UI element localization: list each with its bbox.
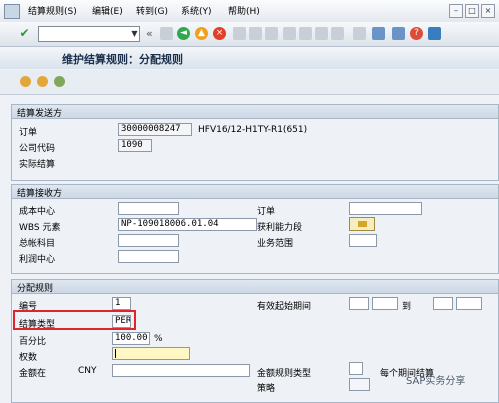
cost-center-label: 成本中心 — [19, 207, 56, 217]
amount-field[interactable] — [112, 364, 250, 377]
distribution-header: 分配规则 — [17, 284, 54, 294]
find-icon[interactable] — [249, 27, 262, 40]
save-icon[interactable] — [160, 27, 173, 40]
strategy-label: 策略 — [257, 384, 276, 394]
cost-center-field[interactable] — [118, 202, 179, 215]
receiver-header: 结算接收方 — [17, 189, 63, 199]
to-label: 到 — [402, 302, 412, 312]
amount-rule-type-field[interactable] — [349, 362, 363, 375]
first-page-icon[interactable] — [283, 27, 296, 40]
amount-label: 金额在 — [19, 369, 47, 379]
order-field[interactable]: 30000008247 — [118, 123, 192, 136]
percentage-label: 百分比 — [19, 337, 47, 347]
wbs-field[interactable]: NP-109018006.01.04 — [118, 218, 257, 231]
maximize-button[interactable]: □ — [465, 4, 479, 18]
percent-unit: % — [154, 334, 163, 344]
business-area-field[interactable] — [349, 234, 377, 247]
last-page-icon[interactable] — [331, 27, 344, 40]
enter-check-icon[interactable]: ✔ — [18, 27, 31, 40]
equivalence-number-field[interactable] — [112, 347, 190, 360]
valid-from-period-field[interactable] — [349, 297, 369, 310]
find-next-icon[interactable] — [265, 27, 278, 40]
profit-center-field[interactable] — [118, 250, 179, 263]
users-icon[interactable] — [37, 76, 48, 87]
receiver-order-field[interactable] — [349, 202, 422, 215]
sap-logo-icon — [4, 4, 20, 19]
title-bar: 维护结算规则：分配规则 — [0, 47, 499, 69]
amount-rule-type-label: 金额规则类型 — [257, 369, 312, 379]
close-button[interactable]: × — [481, 4, 495, 18]
currency-label: CNY — [78, 366, 97, 376]
previous-page-icon[interactable] — [299, 27, 312, 40]
wbs-label: WBS 元素 — [19, 223, 61, 233]
actual-settlement-label: 实际结算 — [19, 160, 56, 170]
group-header: 结算接收方 — [12, 185, 498, 199]
valid-to-year-field[interactable] — [456, 297, 482, 310]
text-cursor — [115, 349, 116, 358]
order-description: HFV16/12-H1TY-R1(651) — [198, 125, 308, 135]
menu-settlement-rule[interactable]: 结算规则(S) — [28, 4, 77, 17]
minimize-button[interactable]: – — [449, 4, 463, 18]
business-area-label: 业务范围 — [257, 239, 294, 249]
profit-center-label: 利润中心 — [19, 255, 56, 265]
customize-layout-icon[interactable] — [428, 27, 441, 40]
exit-icon[interactable]: ▲ — [195, 27, 208, 40]
group-header: 结算发送方 — [12, 105, 498, 119]
valid-from-year-field[interactable] — [372, 297, 398, 310]
menu-bar: 结算规则(S) 编辑(E) 转到(G) 系统(Y) 帮助(H) – □ × — [0, 0, 499, 23]
receiver-group: 结算接收方 成本中心 WBS 元素 NP-109018006.01.04 总帐科… — [11, 184, 499, 274]
collapse-icon[interactable]: « — [146, 27, 153, 40]
user-icon[interactable] — [20, 76, 31, 87]
standard-toolbar: ✔ ▼ « ◄ ▲ × ? — [0, 22, 499, 47]
sender-header: 结算发送方 — [17, 109, 63, 119]
back-icon[interactable]: ◄ — [177, 27, 190, 40]
layout-icon[interactable] — [392, 27, 405, 40]
profitability-segment-button[interactable] — [349, 217, 375, 231]
company-code-label: 公司代码 — [19, 144, 56, 154]
valid-to-period-field[interactable] — [433, 297, 453, 310]
valid-from-label: 有效起始期间 — [257, 302, 312, 312]
menu-help[interactable]: 帮助(H) — [228, 4, 260, 17]
cancel-icon[interactable]: × — [213, 27, 226, 40]
gl-account-label: 总帐科目 — [19, 239, 56, 249]
shortcut-icon[interactable] — [372, 27, 385, 40]
sender-group: 结算发送方 订单 30000008247 HFV16/12-H1TY-R1(65… — [11, 104, 499, 181]
profitability-segment-label: 获利能力段 — [257, 223, 303, 233]
settlement-type-highlight — [13, 310, 136, 330]
order-label: 订单 — [19, 128, 38, 138]
gl-account-field[interactable] — [118, 234, 179, 247]
company-code-field[interactable]: 1090 — [118, 139, 152, 152]
percentage-field[interactable]: 100.00 — [112, 332, 150, 345]
create-session-icon[interactable] — [353, 27, 366, 40]
print-icon[interactable] — [233, 27, 246, 40]
watermark: SAP实务分享 — [406, 376, 466, 387]
help-icon[interactable]: ? — [410, 27, 423, 40]
group-header: 分配规则 — [12, 280, 498, 294]
equivalence-label: 权数 — [19, 353, 38, 363]
page-title: 维护结算规则：分配规则 — [62, 53, 183, 66]
chevron-down-icon[interactable]: ▼ — [130, 27, 139, 40]
edit-icon — [358, 221, 367, 227]
receiver-order-label: 订单 — [257, 207, 276, 217]
strategy-field[interactable] — [349, 378, 370, 391]
group-users-icon[interactable] — [54, 76, 65, 87]
menu-goto[interactable]: 转到(G) — [136, 4, 168, 17]
menu-edit[interactable]: 编辑(E) — [92, 4, 123, 17]
number-field[interactable]: 1 — [112, 297, 131, 310]
next-page-icon[interactable] — [315, 27, 328, 40]
number-label: 编号 — [19, 302, 38, 312]
command-field[interactable] — [38, 26, 140, 42]
menu-system[interactable]: 系统(Y) — [181, 4, 212, 17]
application-toolbar — [0, 70, 499, 95]
